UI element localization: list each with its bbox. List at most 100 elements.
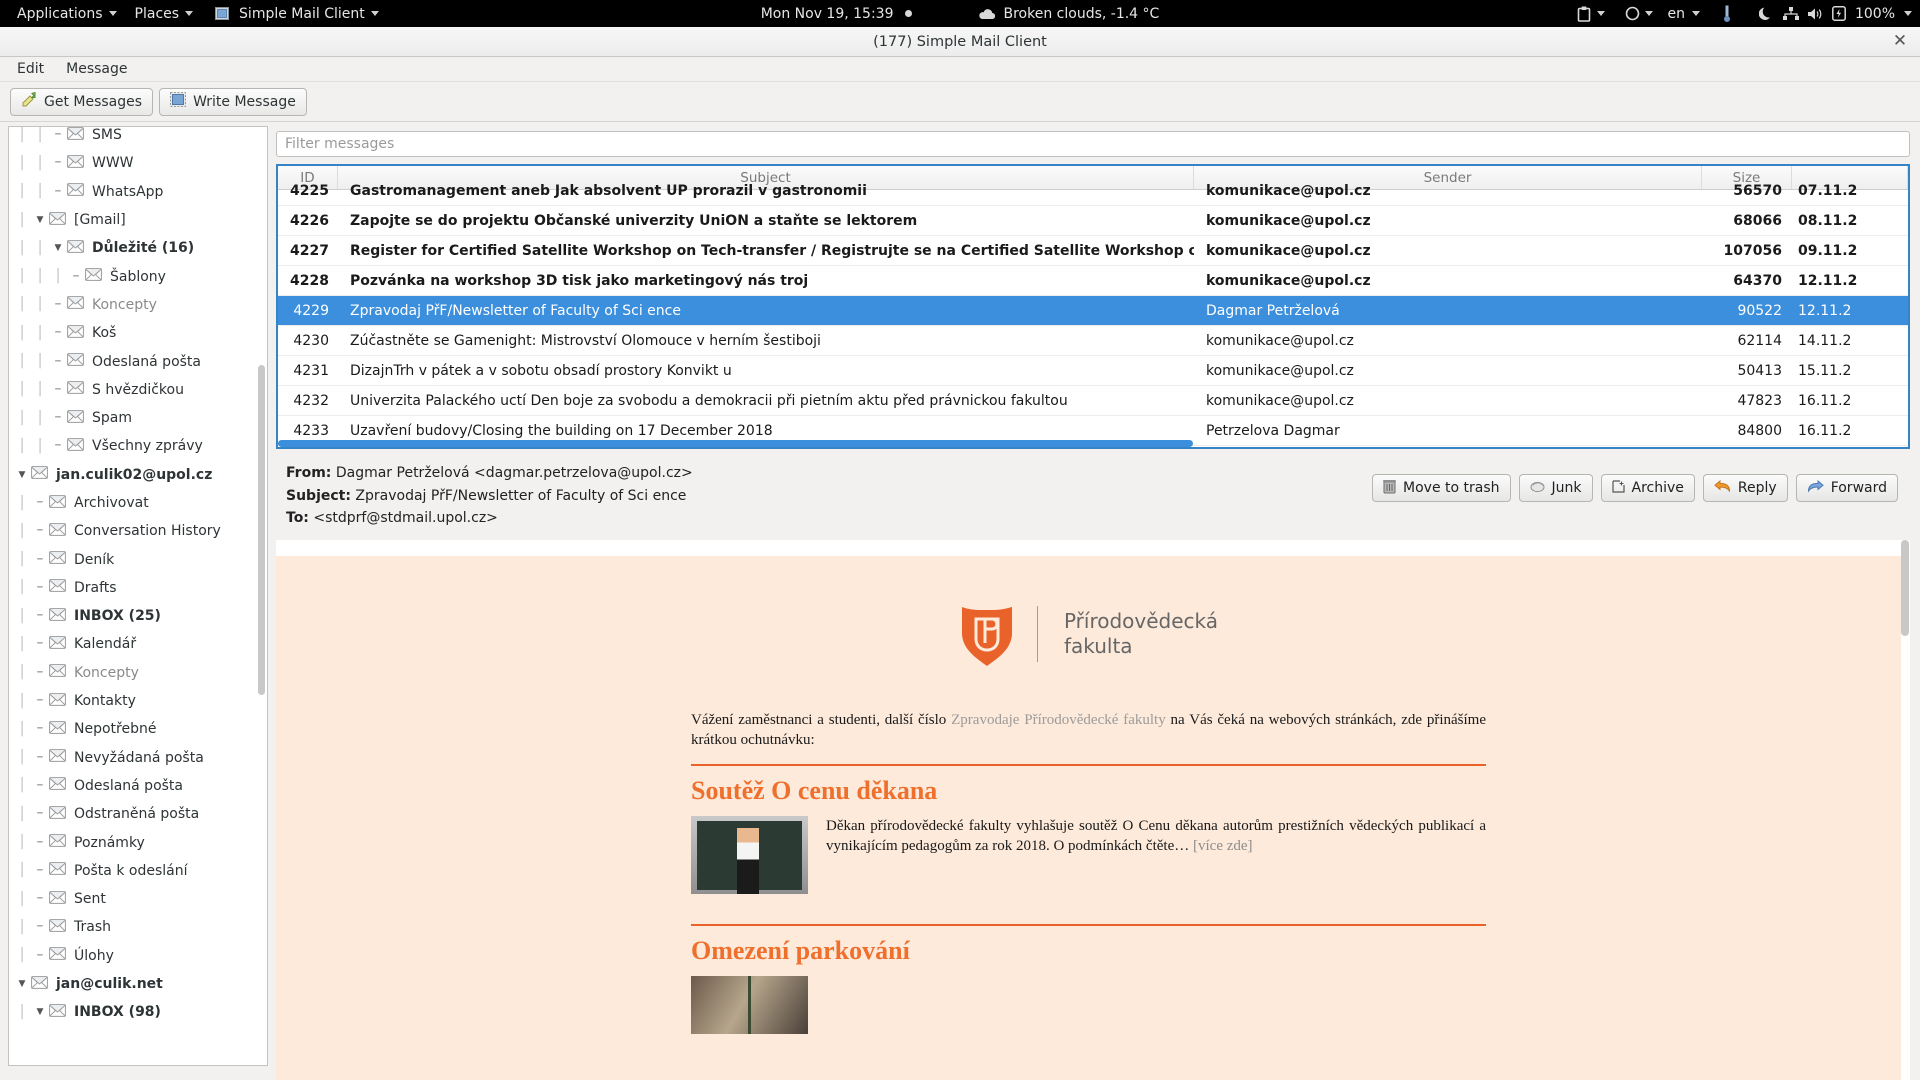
battery-icon[interactable] <box>1828 4 1850 24</box>
archive-button[interactable]: Archive <box>1600 474 1695 502</box>
network-icon[interactable] <box>1780 4 1802 24</box>
sidebar-item-label: Kalendář <box>74 636 137 653</box>
sidebar-item-1[interactable]: │ │ ─ WWW <box>9 149 267 177</box>
weather-indicator[interactable]: Broken clouds, -1.4 °C <box>967 1 1169 27</box>
sidebar-item-18[interactable]: │ ─ Kalendář <box>9 630 267 658</box>
junk-button[interactable]: Junk <box>1518 474 1593 502</box>
circle-icon[interactable] <box>1621 4 1643 24</box>
chevron-down-icon[interactable]: ▼ <box>31 215 49 225</box>
forward-button[interactable]: Forward <box>1795 474 1898 502</box>
write-message-button[interactable]: Write Message <box>159 87 307 116</box>
volume-icon[interactable] <box>1804 4 1826 24</box>
sidebar-item-5[interactable]: │ │ │ ─ Šablony <box>9 262 267 290</box>
sidebar-item-9[interactable]: │ │ ─ S hvězdičkou <box>9 376 267 404</box>
tree-guide: │ <box>18 325 26 341</box>
sidebar-item-7[interactable]: │ │ ─ Koš <box>9 319 267 347</box>
thermometer-icon[interactable] <box>1716 4 1738 24</box>
sidebar-scrollbar[interactable] <box>258 365 265 695</box>
sidebar-item-label: Deník <box>74 551 115 568</box>
sidebar-item-14[interactable]: │ ─ Conversation History <box>9 517 267 545</box>
clipboard-icon[interactable] <box>1573 4 1595 24</box>
message-list[interactable]: ID Subject Sender Size 4225 Gastromanagem… <box>276 164 1910 449</box>
section-text-1: Děkan přírodovědecké fakulty vyhlašuje s… <box>826 816 1486 856</box>
sidebar-item-25[interactable]: │ ─ Poznámky <box>9 828 267 856</box>
clock-menu[interactable]: Mon Nov 19, 15:39 <box>752 3 921 25</box>
sidebar-item-8[interactable]: │ │ ─ Odeslaná pošta <box>9 347 267 375</box>
sidebar-item-6[interactable]: │ │ ─ Koncepty <box>9 291 267 319</box>
table-row[interactable]: 4231 DizajnTrh v pátek a v sobotu obsadí … <box>278 356 1908 386</box>
sidebar-item-4[interactable]: │ │ ▼ Důležité (16) <box>9 234 267 262</box>
sidebar-item-12[interactable]: ▼ jan.culik02@upol.cz <box>9 461 267 489</box>
sidebar-item-29[interactable]: │ ─ Úlohy <box>9 942 267 970</box>
table-row[interactable]: 4226 Zapojte se do projektu Občanské univ… <box>278 206 1908 236</box>
sidebar-item-17[interactable]: │ ─ INBOX (25) <box>9 602 267 630</box>
places-menu[interactable]: Places <box>126 3 203 25</box>
chevron-down-icon[interactable]: ▼ <box>49 243 67 253</box>
chevron-down-icon[interactable] <box>1691 11 1700 16</box>
sidebar-item-23[interactable]: │ ─ Odeslaná pošta <box>9 772 267 800</box>
sidebar-item-3[interactable]: │ ▼ [Gmail] <box>9 206 267 234</box>
envelope-icon <box>49 777 71 794</box>
system-tray: en 100% <box>1573 4 1912 24</box>
chevron-down-icon[interactable] <box>1904 11 1912 16</box>
tree-guide: │ <box>18 778 26 794</box>
table-row[interactable]: 4229 Zpravodaj PřF/Newsletter of Faculty … <box>278 296 1908 326</box>
filter-messages-input[interactable]: Filter messages <box>276 131 1910 157</box>
menu-message[interactable]: Message <box>57 59 136 79</box>
cell-date: 16.11.2 <box>1798 392 1852 409</box>
sidebar-item-15[interactable]: │ ─ Deník <box>9 545 267 573</box>
cell-size: 64370 <box>1733 272 1782 289</box>
reply-button[interactable]: Reply <box>1702 474 1788 502</box>
close-icon[interactable]: ✕ <box>1890 32 1910 52</box>
sidebar-item-0[interactable]: │ │ ─ SMS <box>9 127 267 149</box>
get-messages-button[interactable]: Get Messages <box>10 87 154 116</box>
sidebar-item-27[interactable]: │ ─ Sent <box>9 885 267 913</box>
sidebar-item-20[interactable]: │ ─ Kontakty <box>9 687 267 715</box>
sidebar-item-label: Odeslaná pošta <box>74 777 183 794</box>
cell-date: 09.11.2 <box>1798 242 1858 259</box>
chevron-down-icon[interactable]: ▼ <box>13 979 31 989</box>
sidebar-item-22[interactable]: │ ─ Nevyžádaná pošta <box>9 744 267 772</box>
subject-value: Zpravodaj PřF/Newsletter of Faculty of S… <box>355 487 687 504</box>
sidebar-item-10[interactable]: │ │ ─ Spam <box>9 404 267 432</box>
table-row[interactable]: 4225 Gastromanagement aneb Jak absolvent … <box>278 176 1908 206</box>
message-body-scrollbar[interactable] <box>1901 539 1909 636</box>
sidebar-item-2[interactable]: │ │ ─ WhatsApp <box>9 178 267 206</box>
sidebar-item-13[interactable]: │ ─ Archivovat <box>9 489 267 517</box>
from-row: From: Dagmar Petrželová <dagmar.petrzelo… <box>286 462 1372 485</box>
tree-branch: ─ <box>37 752 43 763</box>
reply-icon <box>1714 479 1731 497</box>
message-list-horizontal-scrollbar[interactable] <box>278 440 1193 447</box>
chevron-down-icon[interactable] <box>1597 11 1606 16</box>
table-row[interactable]: 4230 Zúčastněte se Gamenight: Mistrovství… <box>278 326 1908 356</box>
cell-sender: komunikace@upol.cz <box>1206 272 1371 289</box>
intro-link[interactable]: Zpravodaje Přírodovědecké fakulty <box>951 712 1166 728</box>
message-body-view[interactable]: Přírodovědecká fakulta Vážení zaměstnanc… <box>276 539 1910 1080</box>
moon-icon[interactable] <box>1756 4 1778 24</box>
sidebar-item-21[interactable]: │ ─ Nepotřebné <box>9 715 267 743</box>
table-row[interactable]: 4228 Pozvánka na workshop 3D tisk jako ma… <box>278 266 1908 296</box>
table-row[interactable]: 4232 Univerzita Palackého uctí Den boje z… <box>278 386 1908 416</box>
chevron-down-icon[interactable]: ▼ <box>13 470 31 480</box>
envelope-icon <box>31 975 53 993</box>
applications-menu[interactable]: Applications <box>8 3 126 25</box>
menu-edit[interactable]: Edit <box>8 59 53 79</box>
sidebar-item-11[interactable]: │ │ ─ Všechny zprávy <box>9 432 267 460</box>
chevron-down-icon[interactable] <box>1645 11 1654 16</box>
sidebar-item-16[interactable]: │ ─ Drafts <box>9 574 267 602</box>
move-to-trash-button[interactable]: Move to trash <box>1372 474 1511 502</box>
keyboard-layout-label[interactable]: en <box>1667 6 1685 22</box>
table-row[interactable]: 4227 Register for Certified Satellite Wor… <box>278 236 1908 266</box>
sidebar-item-19[interactable]: │ ─ Koncepty <box>9 659 267 687</box>
folder-tree[interactable]: │ │ ─ SMS │ │ ─ WWW │ │ ─ WhatsApp │ ▼ [Gmail] │ │ ▼ Důlež… <box>8 126 268 1066</box>
sidebar-item-28[interactable]: │ ─ Trash <box>9 913 267 941</box>
logo-divider <box>1036 605 1038 662</box>
sidebar-item-26[interactable]: │ ─ Pošta k odeslání <box>9 857 267 885</box>
active-app-menu[interactable]: Simple Mail Client <box>202 1 388 27</box>
sidebar-item-30[interactable]: ▼ jan@culik.net <box>9 970 267 998</box>
tree-branch: ─ <box>55 441 61 452</box>
sidebar-item-31[interactable]: │ ▼ INBOX (98) <box>9 998 267 1026</box>
section-more-link-1[interactable]: [více zde] <box>1193 838 1253 854</box>
sidebar-item-24[interactable]: │ ─ Odstraněná pošta <box>9 800 267 828</box>
chevron-down-icon[interactable]: ▼ <box>31 1007 49 1017</box>
